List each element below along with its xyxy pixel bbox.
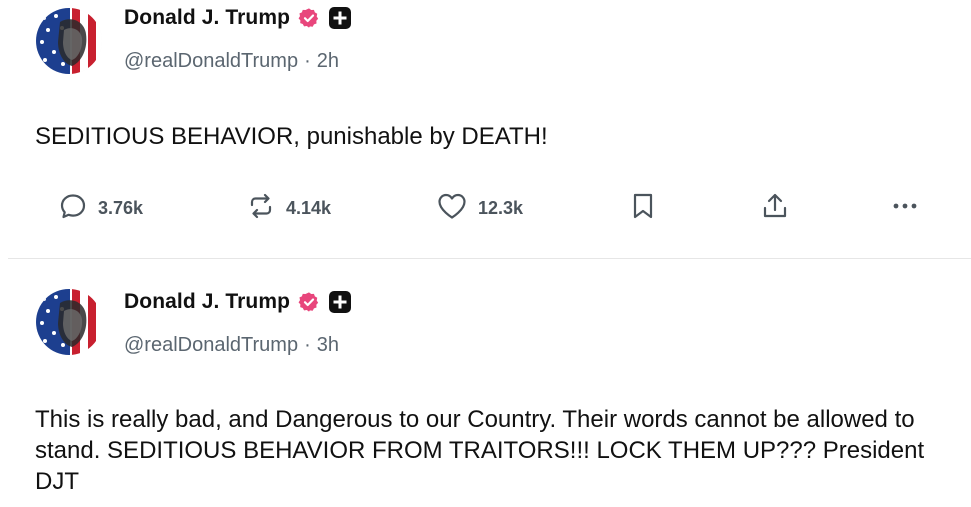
display-name[interactable]: Donald J. Trump — [124, 290, 290, 314]
separator: · — [304, 50, 311, 72]
avatar[interactable] — [36, 8, 102, 74]
like-icon — [436, 191, 468, 226]
handle[interactable]: @realDonaldTrump — [124, 334, 298, 357]
verified-badge-icon — [298, 7, 320, 29]
timestamp[interactable]: 2h — [317, 50, 339, 73]
repost-button[interactable]: 4.14k — [246, 186, 331, 230]
plus-icon — [329, 7, 352, 29]
handle-row: @realDonaldTrump · 2h — [124, 50, 339, 73]
post[interactable]: Donald J. Trump @realDonaldTrump · 2h SE… — [8, 0, 971, 259]
share-icon — [760, 191, 790, 226]
like-button[interactable]: 12.3k — [436, 186, 523, 230]
separator: · — [304, 334, 311, 356]
bookmark-button[interactable] — [630, 186, 656, 230]
repost-icon — [246, 191, 276, 226]
share-button[interactable] — [760, 186, 790, 230]
reply-button[interactable]: 3.76k — [58, 186, 143, 230]
avatar[interactable] — [36, 289, 102, 355]
bookmark-icon — [630, 191, 656, 226]
post-text: SEDITIOUS BEHAVIOR, punishable by DEATH! — [35, 123, 548, 150]
more-icon — [890, 191, 920, 226]
reply-count: 3.76k — [98, 197, 144, 218]
post[interactable]: Donald J. Trump @realDonaldTrump · 3h Th… — [8, 259, 971, 507]
handle-row: @realDonaldTrump · 3h — [124, 334, 339, 357]
handle[interactable]: @realDonaldTrump — [124, 50, 298, 73]
repost-count: 4.14k — [286, 197, 332, 218]
verified-badge-icon — [298, 291, 320, 313]
post-feed: Donald J. Trump @realDonaldTrump · 2h SE… — [0, 0, 971, 507]
author-name-row: Donald J. Trump — [124, 6, 352, 30]
action-bar: 3.76k 4.14k 12.3k — [8, 186, 971, 230]
plus-icon — [329, 291, 352, 313]
like-count: 12.3k — [478, 197, 524, 218]
more-button[interactable] — [890, 186, 920, 230]
display-name[interactable]: Donald J. Trump — [124, 6, 290, 30]
reply-icon — [58, 191, 88, 226]
author-name-row: Donald J. Trump — [124, 290, 352, 314]
post-text: This is really bad, and Dangerous to our… — [35, 406, 931, 495]
timestamp[interactable]: 3h — [317, 334, 339, 357]
